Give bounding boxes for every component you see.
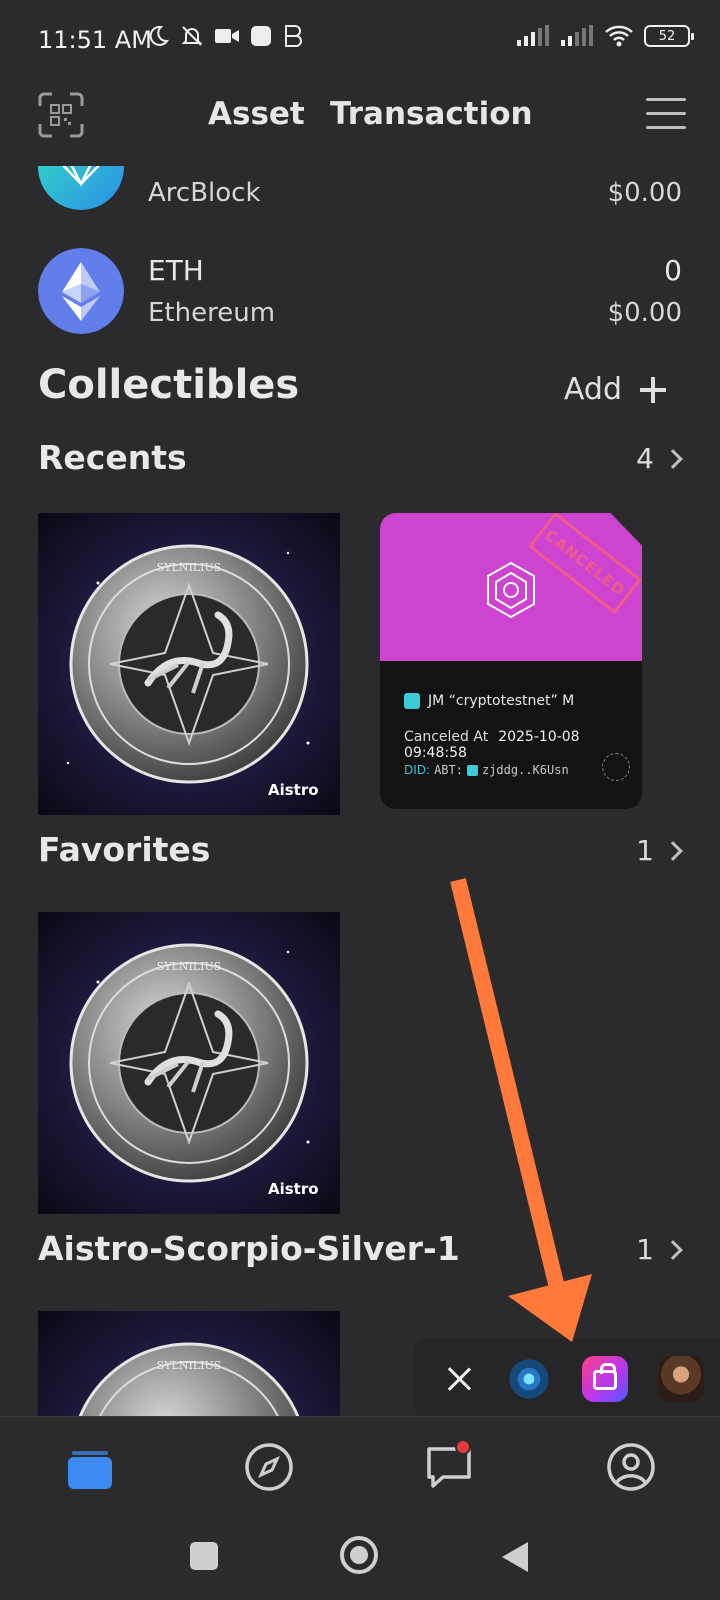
scan-icon[interactable]: [38, 92, 84, 138]
nft-watermark: Aistro: [268, 1180, 319, 1198]
status-icons-left: [146, 24, 304, 48]
token-name: ETH: [148, 254, 204, 287]
canceled-label: Canceled At: [404, 729, 489, 745]
bottom-nav: [0, 1416, 720, 1516]
seal-icon: [602, 753, 630, 781]
token-value: $0.00: [607, 298, 682, 328]
did-value: zjddg..K6Usn: [481, 763, 569, 777]
nft-card-scorpio[interactable]: SYLNILIUS Aistro: [38, 912, 340, 1214]
compass-icon[interactable]: [241, 1439, 297, 1495]
ticket-did: DID: ABT: zjddg..K6Usn: [404, 763, 569, 777]
bell-off-icon: [181, 26, 203, 46]
system-nav-bar: [0, 1516, 720, 1600]
ethereum-logo-icon: [38, 248, 124, 334]
favorites-see-all[interactable]: 1: [636, 834, 683, 867]
ticket-header: CANCELED: [380, 513, 642, 661]
shop-bag-app-icon[interactable]: [582, 1356, 628, 1402]
asset-scroll-area[interactable]: ArcBlock $0.00 ETH Ethereum 0 $0.00 Coll…: [0, 166, 720, 1416]
coin-inscription: SYLNILIUS: [157, 1359, 222, 1372]
ticket-holder-name: JM “cryptotestnet” M: [428, 693, 575, 709]
add-label: Add: [563, 372, 622, 407]
wallet-icon[interactable]: [62, 1439, 118, 1495]
status-bar: 11:51 AM 52: [0, 0, 720, 80]
nft-card-scorpio[interactable]: SYLNILIUS: [38, 1311, 340, 1416]
chevron-right-icon: [663, 1239, 683, 1260]
collectibles-title: Collectibles: [38, 362, 300, 408]
quick-app-dock: [414, 1338, 720, 1420]
coin-inscription: SYLNILIUS: [157, 960, 222, 973]
token-row-arcblock[interactable]: ArcBlock $0.00: [0, 166, 720, 224]
chevron-right-icon: [663, 840, 683, 861]
nft-card-scorpio[interactable]: SYLNILIUS Aistro: [38, 513, 340, 815]
series-count: 1: [636, 1233, 654, 1266]
ticket-holder: JM “cryptotestnet” M: [404, 693, 574, 709]
favorites-count: 1: [636, 834, 654, 867]
status-icons-right: 52: [516, 24, 694, 48]
chat-nav-button[interactable]: [423, 1439, 479, 1495]
nft-card-ticket[interactable]: CANCELED JM “cryptotestnet” M Canceled A…: [380, 513, 642, 809]
section-title-series: Aistro-Scorpio-Silver-1: [38, 1229, 460, 1268]
video-icon: [215, 29, 239, 43]
plus-icon: [640, 376, 666, 403]
recents-see-all[interactable]: 4: [636, 442, 683, 475]
token-amount: 0: [664, 254, 682, 287]
nft-hexagon-icon: [487, 561, 535, 619]
chevron-right-icon: [663, 448, 683, 469]
canceled-stamp: CANCELED: [528, 513, 642, 615]
profile-icon[interactable]: [603, 1439, 659, 1495]
series-see-all[interactable]: 1: [636, 1233, 683, 1266]
recent-apps-button[interactable]: [190, 1542, 218, 1570]
tab-asset[interactable]: Asset: [208, 96, 305, 132]
status-time: 11:51 AM: [38, 26, 152, 54]
tab-transaction[interactable]: Transaction: [330, 96, 533, 132]
token-row-eth[interactable]: ETH Ethereum 0 $0.00: [0, 246, 720, 346]
token-subtitle: ArcBlock: [148, 178, 261, 208]
signal-icon: [517, 25, 549, 46]
add-collectible-button[interactable]: Add: [564, 372, 666, 407]
token-value: $0.00: [607, 178, 682, 208]
battery-level: 52: [658, 28, 676, 44]
scorpio-coin-image: SYLNILIUS Aistro: [38, 912, 340, 1214]
app-square-icon: [251, 26, 271, 46]
back-button[interactable]: [502, 1542, 528, 1572]
home-button[interactable]: [340, 1536, 378, 1574]
signal-icon: [561, 25, 593, 46]
menu-icon[interactable]: [646, 98, 686, 132]
recents-count: 4: [636, 442, 654, 475]
app-b-icon: [285, 25, 302, 47]
moon-icon: [149, 25, 170, 46]
scorpio-coin-image: SYLNILIUS Aistro: [38, 513, 340, 815]
molecule-app-icon[interactable]: [506, 1356, 552, 1402]
coin-inscription: SYLNILIUS: [157, 561, 222, 574]
scorpio-coin-image: SYLNILIUS: [38, 1311, 340, 1416]
notification-dot: [455, 1439, 471, 1455]
battery-icon: 52: [644, 25, 694, 47]
wifi-icon: [605, 25, 633, 47]
arcblock-logo-icon: [38, 166, 124, 210]
token-subtitle: Ethereum: [148, 298, 276, 328]
did-prefix: DID:: [404, 763, 431, 777]
section-title-favorites: Favorites: [38, 830, 211, 869]
did-chain: ABT:: [434, 763, 463, 777]
nft-watermark: Aistro: [268, 781, 319, 799]
did-cube-icon: [466, 764, 478, 776]
rocket-icon: [404, 693, 420, 709]
portrait-app-icon[interactable]: [658, 1356, 704, 1402]
close-icon[interactable]: [440, 1360, 478, 1398]
section-title-recents: Recents: [38, 438, 187, 477]
app-header: Asset Transaction: [0, 80, 720, 166]
